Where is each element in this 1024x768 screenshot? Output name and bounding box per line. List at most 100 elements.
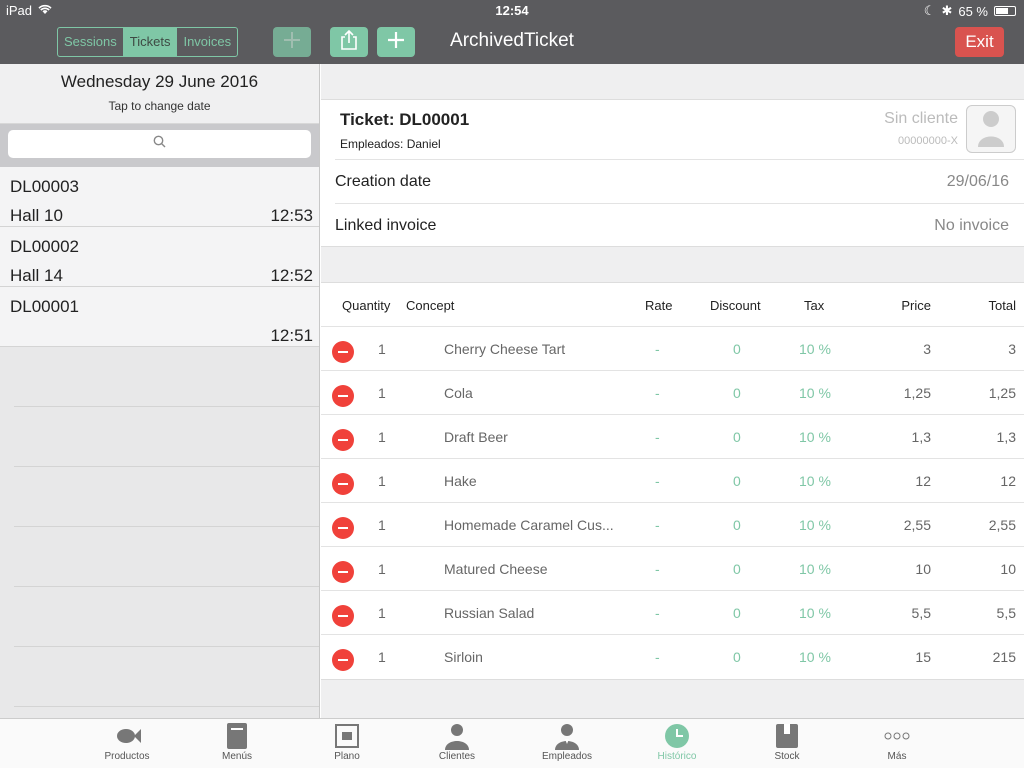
line-tax: 10 % (799, 605, 831, 621)
line-total: 10 (1000, 561, 1016, 577)
page-title: ArchivedTicket (450, 30, 574, 51)
line-concept: Sirloin (444, 649, 483, 665)
remove-line-button[interactable] (332, 649, 354, 671)
search-input[interactable] (8, 130, 311, 158)
tab-label: Histórico (657, 751, 697, 762)
client-name[interactable]: Sin cliente (884, 110, 958, 128)
line-price: 2,55 (903, 517, 931, 533)
date-hint: Tap to change date (108, 99, 211, 113)
ticket-hall: Hall 14 (10, 266, 63, 285)
floor-plan-icon (302, 721, 392, 751)
ticket-employees: Empleados: Daniel (340, 137, 441, 151)
menu-book-icon (192, 721, 282, 751)
line-price: 1,25 (903, 385, 931, 401)
line-rate: - (655, 605, 660, 621)
ticket-hall: Hall 10 (10, 206, 63, 225)
remove-line-button[interactable] (332, 341, 354, 363)
tab-employee[interactable]: Empleados (522, 721, 612, 762)
empty-row (14, 347, 319, 407)
ticket-list-item[interactable]: DL00002 Hall 14 12:52 (0, 227, 319, 287)
table-header: Quantity Concept Rate Discount Tax Price… (321, 283, 1024, 327)
line-total: 1,25 (988, 385, 1016, 401)
tab-label: Plano (334, 751, 360, 762)
table-row[interactable]: 1 Homemade Caramel Cus... - 0 10 % 2,55 2,55 (321, 503, 1024, 547)
line-tax: 10 % (799, 517, 831, 533)
line-price: 10 (915, 561, 931, 577)
ticket-info-card: Ticket: DL00001 Empleados: Daniel Sin cl… (321, 99, 1024, 247)
tab-history-clock[interactable]: Histórico (632, 721, 722, 762)
empty-row (14, 407, 319, 467)
line-quantity: 1 (378, 649, 386, 665)
table-row[interactable]: 1 Sirloin - 0 10 % 15 215 (321, 635, 1024, 679)
person-icon (976, 107, 1006, 152)
tab-client[interactable]: Clientes (412, 721, 502, 762)
remove-line-button[interactable] (332, 473, 354, 495)
line-concept: Homemade Caramel Cus... (444, 517, 614, 533)
more-dots-icon (852, 721, 942, 751)
ticket-list-item[interactable]: DL00001 12:51 (0, 287, 319, 347)
ticket-list-item[interactable]: DL00003 Hall 10 12:53 (0, 167, 319, 227)
line-rate: - (655, 341, 660, 357)
line-concept: Cola (444, 385, 473, 401)
header-tax: Tax (804, 298, 825, 313)
line-rate: - (655, 429, 660, 445)
remove-line-button[interactable] (332, 561, 354, 583)
tab-bar: Productos Menús Plano Clientes Empleados Hist… (0, 718, 1024, 768)
table-row[interactable]: 1 Cherry Cheese Tart - 0 10 % 3 3 (321, 327, 1024, 371)
tab-label: Menús (221, 751, 252, 762)
line-discount: 0 (733, 473, 741, 489)
tab-label: Productos (104, 751, 150, 762)
battery-icon (994, 6, 1016, 16)
header-price: Price (901, 298, 931, 313)
header-total: Total (988, 298, 1016, 313)
exit-button[interactable]: Exit (955, 27, 1004, 57)
table-row[interactable]: 1 Russian Salad - 0 10 % 5,5 5,5 (321, 591, 1024, 635)
tab-menu-book[interactable]: Menús (192, 721, 282, 762)
status-bar: iPad 12:54 ☾ ✱ 65 % (0, 0, 1024, 20)
line-price: 15 (915, 649, 931, 665)
tab-stock-box[interactable]: Stock (742, 721, 832, 762)
line-total: 215 (992, 649, 1016, 665)
table-row[interactable]: 1 Cola - 0 10 % 1,25 1,25 (321, 371, 1024, 415)
line-price: 3 (923, 341, 931, 357)
tab-label: Stock (774, 751, 800, 762)
tab-floor-plan[interactable]: Plano (302, 721, 392, 762)
remove-line-button[interactable] (332, 385, 354, 407)
line-price: 1,3 (911, 429, 931, 445)
remove-line-button[interactable] (332, 605, 354, 627)
header-quantity: Quantity (342, 298, 391, 313)
table-row[interactable]: 1 Draft Beer - 0 10 % 1,3 1,3 (321, 415, 1024, 459)
line-discount: 0 (733, 649, 741, 665)
top-bar: iPad 12:54 ☾ ✱ 65 % Sessions Tickets Inv… (0, 0, 1024, 64)
remove-line-button[interactable] (332, 429, 354, 451)
linked-invoice-row[interactable]: Linked invoice No invoice (335, 203, 1024, 247)
table-row[interactable]: 1 Matured Cheese - 0 10 % 10 10 (321, 547, 1024, 591)
fish-icon (82, 721, 172, 751)
line-rate: - (655, 385, 660, 401)
line-tax: 10 % (799, 649, 831, 665)
creation-date-value: 29/06/16 (946, 173, 1009, 190)
tab-label: Empleados (541, 751, 593, 762)
ticket-time: 12:53 (270, 206, 313, 225)
linked-invoice-label: Linked invoice (335, 217, 437, 234)
line-concept: Cherry Cheese Tart (444, 341, 566, 357)
ticket-code: DL00002 (10, 237, 80, 256)
date-selector[interactable]: Wednesday 29 June 2016 Tap to change dat… (0, 64, 319, 124)
line-concept: Matured Cheese (444, 561, 548, 577)
client-id: 00000000-X (898, 135, 958, 147)
line-discount: 0 (733, 341, 741, 357)
line-concept: Russian Salad (444, 605, 535, 621)
line-total: 12 (1000, 473, 1016, 489)
line-discount: 0 (733, 561, 741, 577)
tab-label: Clientes (438, 751, 476, 762)
ticket-lines-table: Quantity Concept Rate Discount Tax Price… (321, 282, 1024, 680)
header-concept: Concept (406, 298, 455, 313)
client-avatar[interactable] (966, 105, 1016, 153)
table-row[interactable]: 1 Hake - 0 10 % 12 12 (321, 459, 1024, 503)
remove-line-button[interactable] (332, 517, 354, 539)
tab-fish[interactable]: Productos (82, 721, 172, 762)
empty-row (14, 587, 319, 647)
creation-date-row: Creation date 29/06/16 (335, 159, 1024, 203)
tab-more-dots[interactable]: Más (852, 721, 942, 762)
employee-icon (522, 721, 612, 751)
